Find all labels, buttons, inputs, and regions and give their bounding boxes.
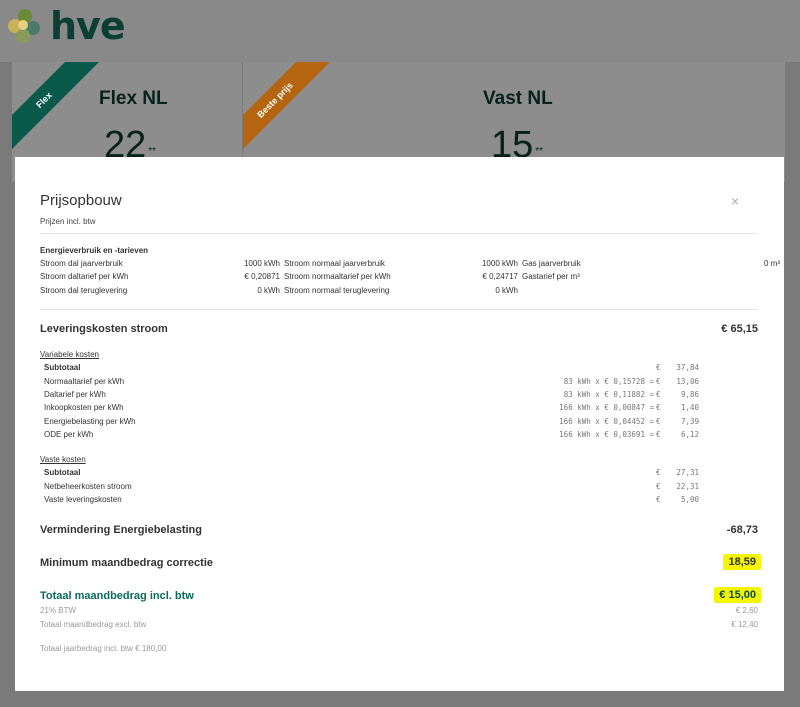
- logo-text: hve: [50, 4, 126, 48]
- cost-row: Vaste leveringskosten € 5,00: [44, 495, 699, 504]
- logo[interactable]: hve: [6, 4, 126, 48]
- energy-row: Stroom daltarief per kWh € 0,20871 Stroo…: [40, 272, 580, 281]
- cost-row: Subtotaal € 37,84: [44, 363, 699, 372]
- price-breakdown-modal: Prijsopbouw × Prijzen incl. btw Energiev…: [15, 157, 784, 691]
- cost-row: Netbeheerkosten stroom € 22,31: [44, 482, 699, 491]
- highlighted-amount: € 15,00: [714, 587, 761, 603]
- divider: [40, 309, 758, 310]
- close-icon[interactable]: ×: [731, 193, 739, 209]
- ribbon-flex: Flex: [12, 62, 102, 158]
- ribbon-beste-prijs: Beste prijs: [243, 62, 333, 158]
- card-title: Vast NL: [483, 88, 553, 109]
- energy-row: Stroom dal teruglevering 0 kWh Stroom no…: [40, 286, 518, 295]
- card-title: Flex NL: [99, 88, 168, 109]
- modal-title: Prijsopbouw: [40, 192, 122, 209]
- divider: [40, 233, 758, 234]
- cost-row: ODE per kWh 166 kWh x € 0,03691 = € 6,12: [44, 430, 699, 439]
- energy-section-title: Energieverbruik en -tarieven: [40, 246, 149, 255]
- cost-row: Inkoopkosten per kWh 166 kWh x € 0,00847…: [44, 403, 699, 412]
- vaste-kosten-link[interactable]: Vaste kosten: [40, 455, 86, 464]
- modal-subtitle: Prijzen incl. btw: [40, 217, 96, 226]
- variabele-kosten-link[interactable]: Variabele kosten: [40, 350, 99, 359]
- cost-row: Normaaltarief per kWh 83 kWh x € 0,15728…: [44, 377, 699, 386]
- cost-row: Daltarief per kWh 83 kWh x € 0,11882 = €…: [44, 390, 699, 399]
- logo-leaf-icon: [6, 7, 44, 45]
- btw-row: 21% BTW € 2,60: [40, 606, 758, 615]
- site-header: hve: [0, 0, 800, 62]
- totaal-row: Totaal maandbedrag incl. btw € 15,00: [40, 587, 761, 603]
- vermindering-row: Vermindering Energiebelasting -68,73: [40, 524, 758, 536]
- energy-row: Stroom dal jaarverbruik 1000 kWh Stroom …: [40, 259, 780, 268]
- leveringskosten-row: Leveringskosten stroom € 65,15: [40, 323, 758, 335]
- highlighted-amount: 18,59: [723, 554, 761, 570]
- excl-btw-row: Totaal maandbedrag excl. btw € 12,40: [40, 620, 758, 629]
- cost-row: Energiebelasting per kWh 166 kWh x € 0,0…: [44, 417, 699, 426]
- minimum-correctie-row: Minimum maandbedrag correctie 18,59: [40, 554, 761, 570]
- cost-row: Subtotaal € 27,31: [44, 468, 699, 477]
- jaarbedrag-row: Totaal jaarbedrag incl. btw € 180,00: [40, 644, 167, 653]
